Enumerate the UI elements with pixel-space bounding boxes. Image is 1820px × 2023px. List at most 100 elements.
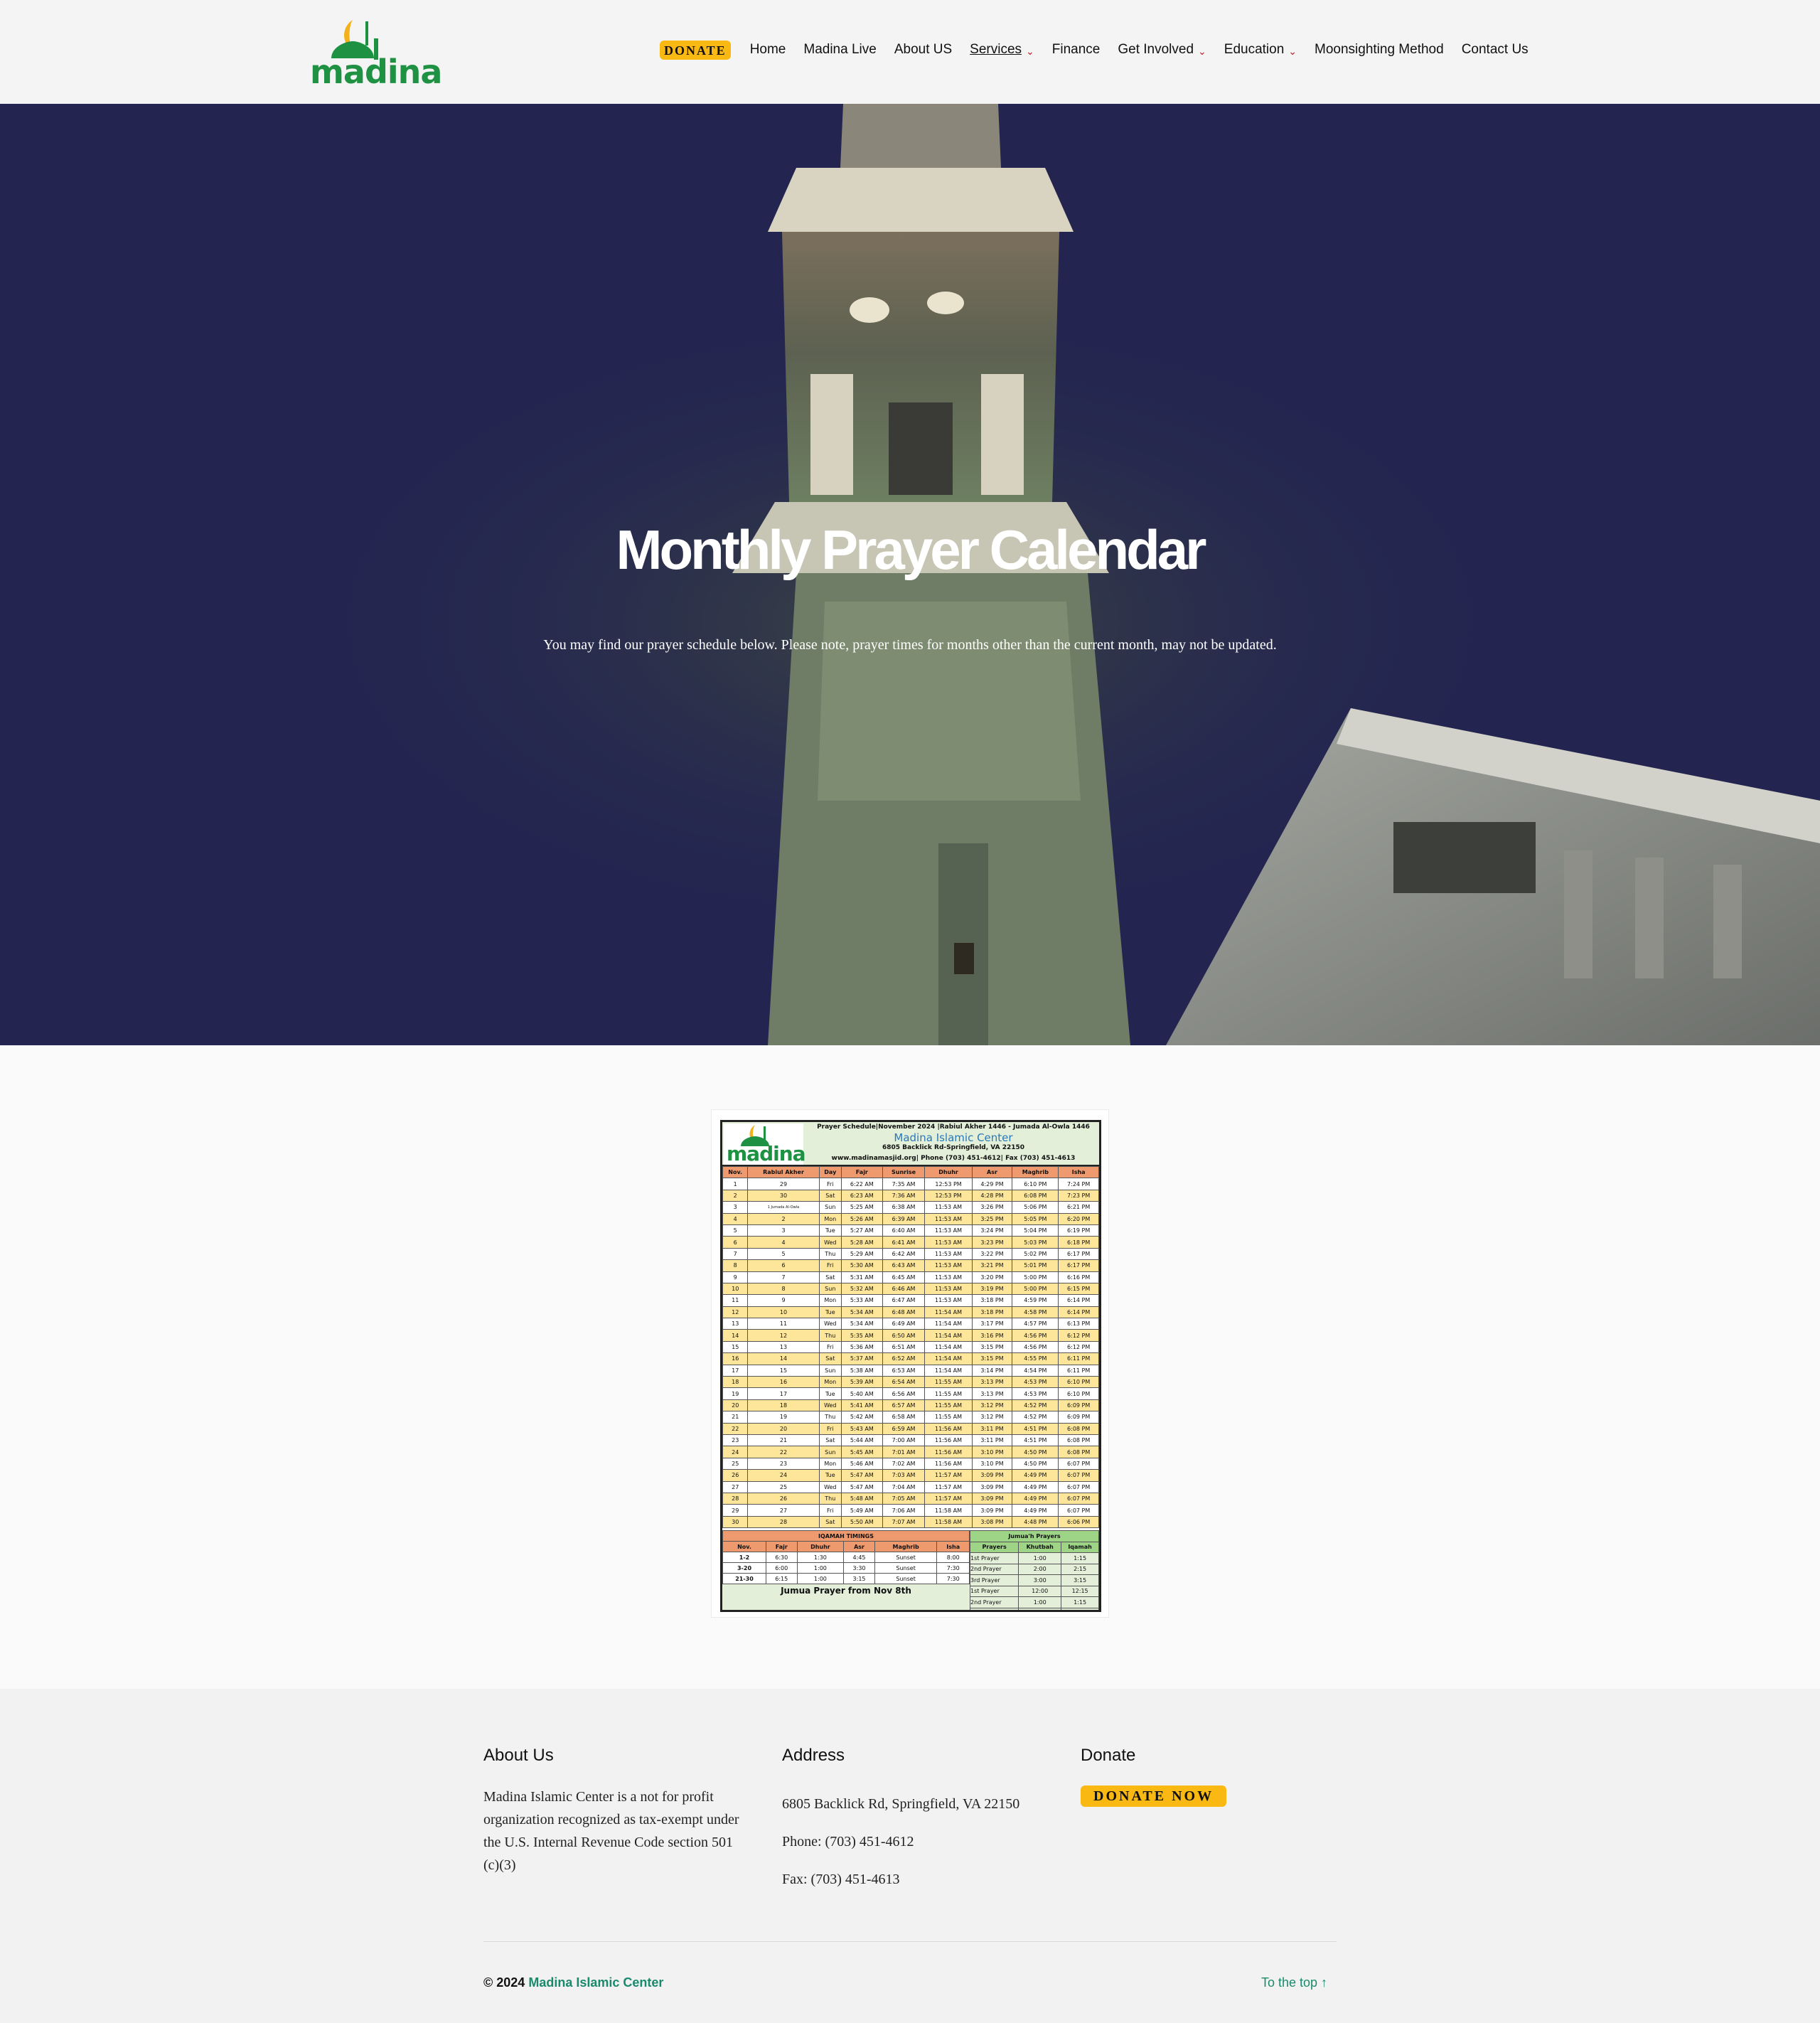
table-cell: 8: [747, 1282, 820, 1296]
table-cell: Fri: [818, 1504, 842, 1517]
table-cell: 3:10 PM: [971, 1457, 1013, 1470]
table-cell: 6:22 AM: [841, 1178, 883, 1190]
prayer-schedule-image[interactable]: madina Prayer Schedule|November 2024 |Ra…: [711, 1109, 1109, 1618]
footer-address-title: Address: [782, 1746, 845, 1765]
table-cell: 6:39 AM: [882, 1212, 926, 1225]
table-cell: 4:57 PM: [1012, 1318, 1059, 1330]
table-cell: 5:02 PM: [1012, 1247, 1059, 1261]
table-cell: 2: [722, 1189, 749, 1202]
table-cell: 28: [747, 1515, 820, 1529]
iqamah-cell: Sunset: [874, 1552, 938, 1563]
table-cell: 5:29 AM: [841, 1247, 883, 1261]
table-cell: 11:53 AM: [924, 1224, 973, 1237]
table-cell: 3:21 PM: [971, 1259, 1013, 1272]
site-logo[interactable]: madina: [310, 17, 442, 91]
donate-button[interactable]: DONATE: [660, 40, 731, 60]
table-cell: 23: [722, 1434, 749, 1447]
table-cell: 3:11 PM: [971, 1422, 1013, 1435]
table-cell: Mon: [818, 1212, 842, 1225]
table-cell: 6:19 PM: [1058, 1224, 1099, 1237]
nav-home[interactable]: Home: [750, 42, 786, 58]
table-cell: 6:52 AM: [882, 1352, 926, 1365]
copyright-link[interactable]: Madina Islamic Center: [528, 1975, 663, 1990]
iqamah-cell: 21-30: [722, 1573, 766, 1584]
table-cell: 6:07 PM: [1058, 1469, 1099, 1482]
nav-moonsighting[interactable]: Moonsighting Method: [1315, 42, 1444, 58]
footer-phone: Phone: (703) 451-4612: [782, 1834, 914, 1849]
table-cell: 3: [722, 1201, 749, 1214]
table-cell: 26: [722, 1469, 749, 1482]
table-cell: 5:36 AM: [841, 1340, 883, 1354]
table-cell: 6:09 PM: [1058, 1411, 1099, 1424]
table-cell: 6:10 PM: [1058, 1376, 1099, 1389]
table-cell: Thu: [818, 1247, 842, 1261]
table-cell: 3:18 PM: [971, 1306, 1013, 1319]
table-cell: 3:22 PM: [971, 1247, 1013, 1261]
table-cell: 6:47 AM: [882, 1294, 926, 1307]
table-cell: 6:48 AM: [882, 1306, 926, 1319]
footer-donate: Donate DONATE NOW: [1081, 1746, 1337, 1807]
table-cell: 5:00 PM: [1012, 1271, 1059, 1283]
nav-get-involved-label: Get Involved: [1118, 42, 1194, 57]
jumua-cell: 1:15: [1061, 1596, 1099, 1608]
nav-madina-live[interactable]: Madina Live: [803, 42, 876, 58]
iqamah-cell: 8:00: [936, 1552, 970, 1563]
table-cell: Fri: [818, 1259, 842, 1272]
table-cell: 3:25 PM: [971, 1212, 1013, 1225]
table-cell: 3:14 PM: [971, 1364, 1013, 1377]
table-cell: 4:50 PM: [1012, 1446, 1059, 1458]
table-cell: 5:47 AM: [841, 1480, 883, 1493]
to-the-top-link[interactable]: To the top ↑: [1261, 1975, 1327, 1990]
table-cell: 4:49 PM: [1012, 1480, 1059, 1493]
table-cell: 6:07 PM: [1058, 1492, 1099, 1505]
donate-now-button[interactable]: DONATE NOW: [1081, 1786, 1227, 1807]
table-cell: 3:17 PM: [971, 1318, 1013, 1330]
nav-get-involved[interactable]: Get Involved ⌄: [1118, 42, 1206, 58]
table-cell: 5:46 AM: [841, 1457, 883, 1470]
table-cell: Fri: [818, 1178, 842, 1190]
nav-services[interactable]: Services ⌄: [970, 42, 1034, 58]
table-cell: 11:54 AM: [924, 1318, 973, 1330]
footer-street-address: 6805 Backlick Rd, Springfield, VA 22150: [782, 1796, 1020, 1812]
table-cell: 5:49 AM: [841, 1504, 883, 1517]
table-cell: 7:23 PM: [1058, 1189, 1099, 1202]
jumua-cell: 1:00: [1018, 1596, 1062, 1608]
site-header: madina DONATE Home Madina Live About US …: [0, 0, 1820, 104]
table-cell: 5: [747, 1247, 820, 1261]
table-cell: 3:09 PM: [971, 1469, 1013, 1482]
table-cell: Sat: [818, 1352, 842, 1365]
nav-contact[interactable]: Contact Us: [1462, 42, 1529, 58]
table-row: 17 15 Sun 5:38 AM 6:53 AM 11:54 AM 3:14 PM 4:54…: [722, 1364, 1099, 1377]
table-cell: 6:43 AM: [882, 1259, 926, 1272]
jumua-prayers: Jumua'h Prayers Prayers Khutbah Iqamah 1st…: [969, 1530, 1099, 1610]
iqamah-column-header: Asr: [843, 1541, 875, 1552]
iqamah-cell: 1:00: [796, 1573, 845, 1584]
table-cell: 3:19 PM: [971, 1282, 1013, 1296]
nav-about[interactable]: About US: [894, 42, 952, 58]
table-row: 16 14 Sat 5:37 AM 6:52 AM 11:54 AM 3:15 PM 4:55…: [722, 1352, 1099, 1365]
table-cell: 5:26 AM: [841, 1212, 883, 1225]
table-cell: Mon: [818, 1457, 842, 1470]
table-cell: 6:20 PM: [1058, 1212, 1099, 1225]
nav-about-label: About US: [894, 42, 953, 57]
table-cell: 3:24 PM: [971, 1224, 1013, 1237]
table-cell: 4: [722, 1212, 749, 1225]
jumua-cell: 2:00: [1018, 1607, 1062, 1610]
table-cell: 30: [722, 1515, 749, 1529]
iqamah-cell: 1:00: [796, 1562, 845, 1574]
footer-divider: [483, 1941, 1337, 1942]
site-footer: About Us Madina Islamic Center is a not …: [0, 1689, 1820, 2023]
table-cell: Thu: [818, 1492, 842, 1505]
nav-finance[interactable]: Finance: [1052, 42, 1101, 58]
column-header: Nov.: [722, 1165, 749, 1179]
table-cell: 13: [722, 1318, 749, 1330]
table-cell: 11:57 AM: [924, 1492, 973, 1505]
table-cell: 17: [722, 1364, 749, 1377]
table-cell: 11:55 AM: [924, 1376, 973, 1389]
iqamah-cell: 1:30: [796, 1552, 845, 1563]
table-cell: 6:09 PM: [1058, 1399, 1099, 1412]
nav-education[interactable]: Education ⌄: [1224, 42, 1297, 58]
table-cell: 4: [747, 1236, 820, 1249]
table-cell: 6:10 PM: [1012, 1178, 1059, 1190]
iqamah-row: 1-2 6:30 1:30 4:45 Sunset 8:00: [722, 1552, 970, 1563]
